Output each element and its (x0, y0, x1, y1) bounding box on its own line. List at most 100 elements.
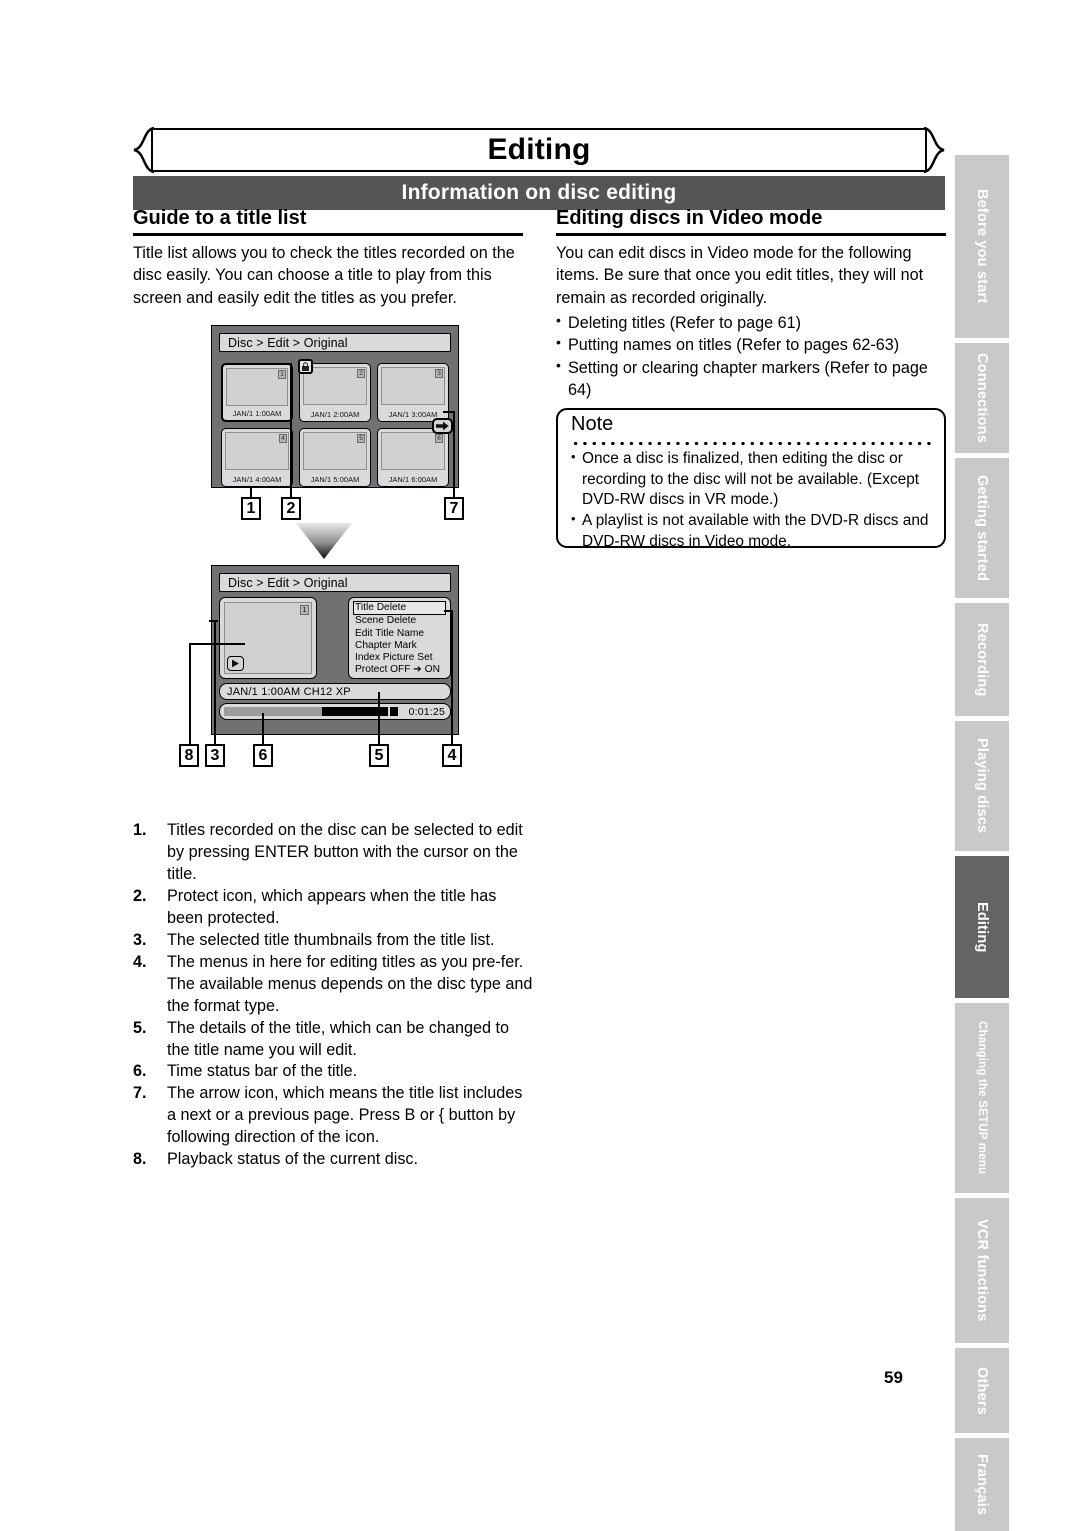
play-triangle-glyph (232, 659, 239, 668)
list-item: 5. The details of the title, which can b… (133, 1018, 533, 1062)
list-item: Putting names on titles (Refer to pages … (556, 333, 946, 356)
tab-label: Recording (974, 622, 990, 697)
title-thumbnail[interactable]: 3 JAN/1 3:00AM (377, 363, 449, 422)
title-list-grid: 1 JAN/1 1:00AM 2 JAN/1 2:00AM 3 JAN/1 3:… (219, 357, 453, 487)
manual-page: Editing Information on disc editing Guid… (0, 0, 1080, 1531)
note-dotted-divider (571, 436, 932, 445)
title-index-badge: 2 (357, 369, 365, 378)
play-status-icon (227, 656, 244, 671)
callout-leader (290, 365, 292, 500)
flow-down-arrow-icon (296, 523, 352, 559)
callout-leader (444, 610, 453, 612)
tab-label: Français (974, 1453, 990, 1516)
callout-number: 5 (369, 744, 389, 767)
item-text: The details of the title, which can be c… (167, 1018, 509, 1059)
item-text: Protect icon, which appears when the tit… (167, 886, 497, 927)
next-page-arrow-icon[interactable] (432, 418, 453, 434)
list-item: 6. Time status bar of the title. (133, 1061, 533, 1083)
sidebar-tab-playing-discs[interactable]: Playing discs (955, 721, 1009, 851)
callout-number: 2 (281, 497, 301, 520)
callout-leader (262, 713, 264, 747)
sidebar-tab-vcr-functions[interactable]: VCR functions (955, 1198, 1009, 1343)
callout-leader (189, 643, 245, 645)
section-title: Information on disc editing (401, 181, 677, 204)
title-detail-screen-inner: Disc > Edit > Original 1 Title Delete Sc… (219, 573, 451, 727)
title-info-line: JAN/1 1:00AM CH12 XP (219, 683, 451, 700)
title-list-breadcrumb: Disc > Edit > Original (219, 333, 451, 352)
tab-label: Before you start (974, 189, 990, 304)
title-thumbnail[interactable]: 6 JAN/1 6:00AM (377, 428, 449, 487)
list-item: 3. The selected title thumbnails from th… (133, 930, 533, 952)
list-item: 4. The menus in here for editing titles … (133, 952, 533, 1018)
title-timestamp: JAN/1 6:00AM (388, 475, 438, 484)
item-text: The menus in here for editing titles as … (167, 952, 533, 1015)
callout-number: 7 (444, 497, 464, 520)
title-index-badge: 1 (300, 605, 309, 615)
callout-leader (189, 643, 191, 747)
protect-lock-icon (298, 359, 313, 374)
sidebar-tab-before-you-start[interactable]: Before you start (955, 155, 1009, 338)
callout-leader (378, 692, 380, 747)
callout-leader (209, 620, 218, 622)
sidebar-tab-connections[interactable]: Connections (955, 343, 1009, 453)
item-number: 1. (133, 821, 147, 839)
title-index-badge: 1 (278, 370, 286, 379)
chapter-ribbon: Editing (133, 126, 945, 174)
title-thumbnail[interactable]: 1 JAN/1 1:00AM (221, 363, 293, 422)
item-number: 7. (133, 1084, 147, 1103)
callout-leader (214, 620, 216, 747)
callout-number: 3 (205, 744, 225, 767)
tab-label: Playing discs (974, 738, 990, 834)
menu-item-chapter-mark[interactable]: Chapter Mark (353, 640, 446, 652)
tab-label: VCR functions (974, 1219, 990, 1322)
sidebar-tab-francais[interactable]: Français (955, 1438, 1009, 1531)
list-item: Setting or clearing chapter markers (Ref… (556, 356, 946, 402)
callout-number: 6 (253, 744, 273, 767)
menu-item-edit-title-name[interactable]: Edit Title Name (353, 628, 446, 640)
note-bullet-list: Once a disc is finalized, then editing t… (571, 448, 932, 552)
item-text: The arrow icon, which means the title li… (167, 1084, 523, 1147)
item-number: 4. (133, 952, 147, 971)
sidebar-tab-changing-setup-menu[interactable]: Changing the SETUP menu (955, 1003, 1009, 1193)
sidebar-tab-others[interactable]: Others (955, 1348, 1009, 1433)
left-column-heading: Guide to a title list (133, 207, 307, 229)
callout-number: 8 (179, 744, 199, 767)
item-text: Titles recorded on the disc can be selec… (167, 821, 523, 883)
time-status-bar[interactable]: 0:01:25 (219, 703, 451, 720)
menu-item-scene-delete[interactable]: Scene Delete (353, 615, 446, 627)
menu-item-protect-toggle[interactable]: Protect OFF ➔ ON (353, 664, 446, 676)
detail-thumbnail[interactable]: 1 (219, 597, 317, 679)
sidebar-tab-recording[interactable]: Recording (955, 603, 1009, 716)
menu-item-title-delete[interactable]: Title Delete (353, 601, 446, 616)
title-list-screen-inner: Disc > Edit > Original 1 JAN/1 1:00AM 2 … (219, 333, 453, 487)
section-header-bar: Information on disc editing (133, 176, 945, 210)
title-thumbnail[interactable]: 4 JAN/1 4:00AM (221, 428, 293, 487)
ribbon-box: Editing (151, 128, 927, 172)
menu-item-index-picture-set[interactable]: Index Picture Set (353, 652, 446, 664)
item-number: 8. (133, 1150, 147, 1169)
callout-number: 1 (241, 497, 261, 520)
list-item: 2. Protect icon, which appears when the … (133, 886, 533, 930)
sidebar-tab-getting-started[interactable]: Getting started (955, 458, 1009, 598)
numbered-notes-list: 1. Titles recorded on the disc can be se… (133, 820, 533, 1171)
item-text: The selected title thumbnails from the t… (167, 930, 495, 949)
title-list-screen-mock: Disc > Edit > Original 1 JAN/1 1:00AM 2 … (211, 325, 459, 488)
right-arrow-glyph (436, 421, 449, 431)
time-status-cap (390, 707, 398, 716)
title-thumbnail[interactable]: 5 JAN/1 5:00AM (299, 428, 371, 487)
list-item: Once a disc is finalized, then editing t… (571, 448, 932, 511)
detail-breadcrumb: Disc > Edit > Original (219, 573, 451, 592)
list-item: Deleting titles (Refer to page 61) (556, 311, 946, 334)
item-number: 3. (133, 930, 147, 949)
sidebar-tab-editing[interactable]: Editing (955, 856, 1009, 998)
note-box: Note Once a disc is finalized, then edit… (556, 408, 946, 550)
callout-leader (451, 610, 453, 747)
left-heading-rule (133, 233, 523, 236)
chapter-title: Editing (487, 133, 591, 166)
callout-number: 4 (442, 744, 462, 767)
item-number: 5. (133, 1018, 147, 1037)
right-column-heading: Editing discs in Video mode (556, 207, 823, 229)
right-heading-rule (556, 233, 946, 236)
title-timestamp: JAN/1 4:00AM (232, 475, 282, 484)
lock-glyph (302, 361, 309, 371)
